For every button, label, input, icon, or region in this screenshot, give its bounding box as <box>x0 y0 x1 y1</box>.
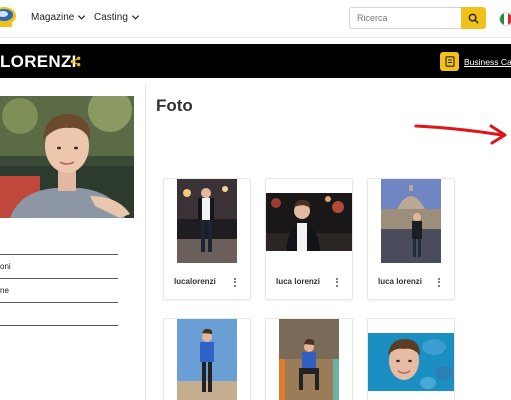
photo-caption: luca lorenzi <box>276 277 321 286</box>
more-vertical-icon[interactable] <box>334 275 340 289</box>
profile-name: LORENZI <box>0 52 77 71</box>
italy-flag-icon[interactable] <box>499 12 511 26</box>
photo-thumbnail[interactable] <box>368 333 454 391</box>
photo-card[interactable]: luca lorenzi <box>367 178 455 300</box>
profile-banner: LORENZI Business Card <box>0 44 511 78</box>
nav-casting-label: Casting <box>94 12 128 23</box>
photo-caption: lucalorenzi <box>174 277 216 286</box>
photo-thumbnail[interactable] <box>279 319 339 400</box>
chevron-down-icon <box>131 15 139 20</box>
photo-card[interactable] <box>367 318 455 400</box>
photo-card[interactable] <box>163 318 251 400</box>
photo-thumbnail[interactable] <box>266 193 352 251</box>
annotation-arrow-icon <box>414 124 507 145</box>
photo-thumbnail[interactable] <box>381 179 441 263</box>
divider <box>0 278 118 279</box>
photo-card[interactable]: lucalorenzi <box>163 178 251 300</box>
nav-casting[interactable]: Casting <box>94 12 140 23</box>
photo-thumbnail[interactable] <box>177 179 237 263</box>
share-icon[interactable] <box>70 56 81 67</box>
business-card-icon[interactable] <box>440 52 459 71</box>
search-button[interactable] <box>461 7 486 29</box>
profile-photo <box>0 96 134 218</box>
profile-sidebar: oni ne <box>0 84 146 400</box>
top-navigation: Magazine Casting <box>0 0 511 38</box>
logo-icon[interactable] <box>0 4 18 30</box>
business-card-link[interactable]: Business Card <box>464 57 511 67</box>
photos-title: Foto <box>156 96 193 115</box>
nav-magazine-label: Magazine <box>31 12 75 23</box>
search-icon <box>468 13 479 24</box>
photo-card[interactable] <box>265 318 353 400</box>
divider <box>0 302 118 303</box>
profile-info-row: oni <box>0 262 11 271</box>
photo-card[interactable]: luca lorenzi <box>265 178 353 300</box>
chevron-down-icon <box>78 15 86 20</box>
search-input[interactable] <box>349 7 461 29</box>
nav-magazine[interactable]: Magazine <box>31 12 86 23</box>
photo-caption: luca lorenzi <box>378 277 423 286</box>
divider <box>0 325 118 326</box>
profile-info-row: ne <box>0 286 9 295</box>
divider <box>0 254 118 255</box>
more-vertical-icon[interactable] <box>436 275 442 289</box>
photo-thumbnail[interactable] <box>177 319 237 400</box>
more-vertical-icon[interactable] <box>232 275 238 289</box>
